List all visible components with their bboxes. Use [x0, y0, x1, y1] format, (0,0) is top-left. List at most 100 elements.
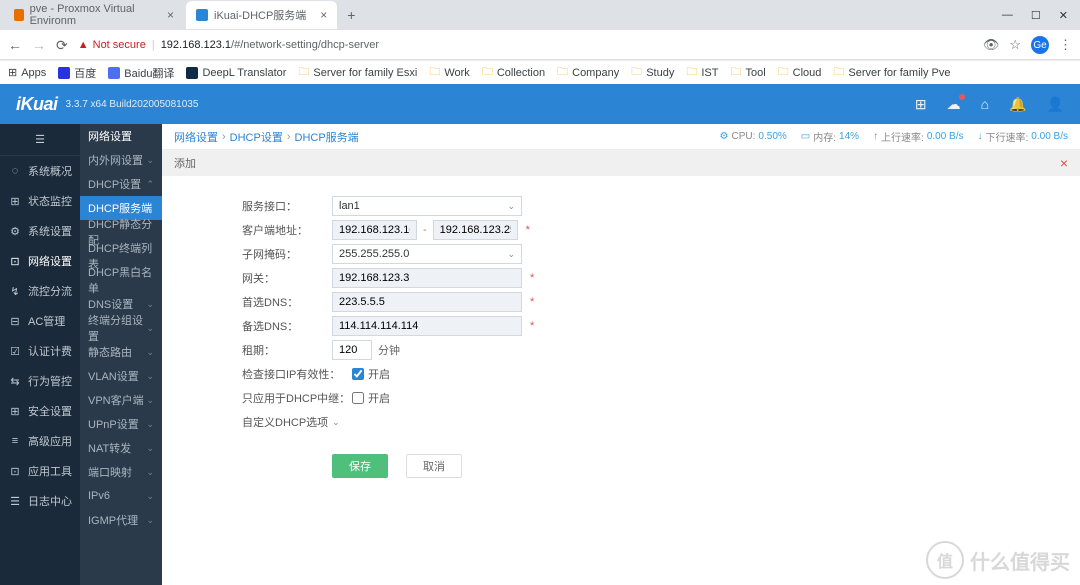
close-icon[interactable]: × — [320, 8, 327, 22]
bm-label: 百度 — [74, 65, 96, 81]
url-field[interactable]: ▲ Not secure | 192.168.123.1/#/network-s… — [78, 39, 973, 51]
nav2-item[interactable]: IPv6⌄ — [80, 484, 162, 508]
nav-icon: ⇆ — [8, 375, 22, 388]
bookmark-folder[interactable]: 🗀Collection — [482, 63, 545, 82]
apps-bookmark[interactable]: ⊞Apps — [8, 66, 46, 79]
nav2-item[interactable]: DHCP黑白名单 — [80, 268, 162, 292]
nav2-item[interactable]: NAT转发⌄ — [80, 436, 162, 460]
nav-icon: ◌ — [8, 165, 22, 177]
back-button[interactable]: ← — [8, 37, 22, 53]
breadcrumb-item[interactable]: DHCP服务端 — [295, 129, 359, 145]
grid-icon[interactable]: ⊞ — [915, 96, 927, 113]
cloud-icon[interactable]: ☁ — [947, 96, 961, 113]
nav2-item[interactable]: VLAN设置⌄ — [80, 364, 162, 388]
browser-chrome: pve - Proxmox Virtual Environm × iKuai-D… — [0, 0, 1080, 60]
tab-title: iKuai-DHCP服务端 — [214, 7, 306, 23]
nav2-label: DHCP设置 — [88, 176, 141, 192]
chevron-down-icon: ⌄ — [146, 467, 154, 478]
nav1-item[interactable]: ⊡应用工具 — [0, 456, 80, 486]
bm-label: Tool — [745, 67, 765, 79]
nav-label: 系统设置 — [28, 223, 72, 239]
close-icon[interactable]: × — [167, 8, 174, 22]
check-ip-checkbox[interactable] — [352, 368, 364, 380]
nav2-item[interactable]: 端口映射⌄ — [80, 460, 162, 484]
nav2-item[interactable]: IGMP代理⌄ — [80, 508, 162, 532]
star-icon[interactable]: ☆ — [1009, 37, 1021, 53]
bell-icon[interactable]: 🔔 — [1009, 96, 1026, 113]
lease-input[interactable] — [332, 340, 372, 360]
interface-select[interactable]: lan1⌄ — [332, 196, 522, 216]
mask-select[interactable]: 255.255.255.0⌄ — [332, 244, 522, 264]
gateway-input[interactable] — [332, 268, 522, 288]
home-icon[interactable]: ⌂ — [981, 96, 989, 113]
reload-button[interactable]: ⟳ — [56, 37, 68, 54]
bm-label: Work — [444, 67, 469, 79]
bookmark-folder[interactable]: 🗀Work — [429, 63, 469, 82]
client-end-input[interactable] — [433, 220, 518, 240]
select-value: 255.255.255.0 — [339, 248, 409, 260]
nav2-item[interactable]: DHCP设置⌃ — [80, 172, 162, 196]
nav1-item[interactable]: ☑认证计费 — [0, 336, 80, 366]
eye-icon[interactable]: 👁 — [983, 37, 1000, 53]
nav1-item[interactable]: ☰日志中心 — [0, 486, 80, 516]
bookmark-item[interactable]: DeepL Translator — [186, 67, 286, 79]
ikuai-favicon — [196, 9, 208, 21]
nav1-item[interactable]: ◌系统概况 — [0, 156, 80, 186]
bookmark-folder[interactable]: 🗀IST — [686, 63, 718, 82]
bookmark-folder[interactable]: 🗀Cloud — [778, 63, 822, 82]
relay-only-label: 只应用于DHCP中继： — [242, 390, 352, 406]
minimize-button[interactable]: — — [1002, 9, 1013, 22]
bookmark-folder[interactable]: 🗀Server for family Pve — [833, 63, 950, 82]
primary-nav: ☰ ◌系统概况⊞状态监控⚙系统设置⊡网络设置↯流控分流⊟AC管理☑认证计费⇆行为… — [0, 124, 80, 585]
bookmark-folder[interactable]: 🗀Server for family Esxi — [298, 63, 417, 82]
chevron-right-icon: › — [287, 131, 291, 143]
bookmark-folder[interactable]: 🗀Study — [631, 63, 674, 82]
forward-button[interactable]: → — [32, 37, 46, 53]
breadcrumb-item[interactable]: DHCP设置 — [230, 129, 283, 145]
maximize-button[interactable]: ☐ — [1031, 9, 1041, 22]
chevron-down-icon: ⌄ — [146, 347, 154, 358]
nav-collapse-button[interactable]: ☰ — [0, 124, 80, 156]
dns1-input[interactable] — [332, 292, 522, 312]
chevron-down-icon: ⌄ — [507, 201, 515, 212]
browser-tab-pve[interactable]: pve - Proxmox Virtual Environm × — [4, 1, 184, 29]
bookmark-folder[interactable]: 🗀Company — [557, 63, 619, 82]
nav2-item[interactable]: VPN客户端⌄ — [80, 388, 162, 412]
save-button[interactable]: 保存 — [332, 454, 388, 478]
nav1-item[interactable]: ≡高级应用 — [0, 426, 80, 456]
cancel-button[interactable]: 取消 — [406, 454, 462, 478]
bm-label: Baidu翻译 — [124, 65, 174, 81]
nav1-item[interactable]: ⇆行为管控 — [0, 366, 80, 396]
nav-icon: ⊞ — [8, 405, 22, 418]
nav1-item[interactable]: ⊟AC管理 — [0, 306, 80, 336]
relay-only-checkbox[interactable] — [352, 392, 364, 404]
breadcrumb-item[interactable]: 网络设置 — [174, 129, 218, 145]
nav1-item[interactable]: ⊞状态监控 — [0, 186, 80, 216]
browser-tab-ikuai[interactable]: iKuai-DHCP服务端 × — [186, 1, 337, 29]
custom-options-label: 自定义DHCP选项 — [242, 414, 328, 430]
new-tab-button[interactable]: + — [339, 7, 363, 23]
menu-icon[interactable]: ⋮ — [1059, 37, 1072, 53]
header-icons: ⊞ ☁ ⌂ 🔔 👤 — [915, 96, 1064, 113]
custom-options-toggle[interactable]: 自定义DHCP选项 ⌄ — [242, 410, 1080, 434]
profile-avatar[interactable]: Ge — [1031, 36, 1049, 54]
nav1-item[interactable]: ⚙系统设置 — [0, 216, 80, 246]
nav2-item[interactable]: UPnP设置⌄ — [80, 412, 162, 436]
dns2-input[interactable] — [332, 316, 522, 336]
nav1-item[interactable]: ⊞安全设置 — [0, 396, 80, 426]
nav2-item[interactable]: 静态路由⌄ — [80, 340, 162, 364]
close-icon[interactable]: × — [1060, 155, 1068, 171]
bookmark-folder[interactable]: 🗀Tool — [730, 63, 765, 82]
client-start-input[interactable] — [332, 220, 417, 240]
nav-icon: ⊡ — [8, 465, 22, 478]
nav1-item[interactable]: ↯流控分流 — [0, 276, 80, 306]
bookmark-item[interactable]: Baidu翻译 — [108, 65, 174, 81]
user-icon[interactable]: 👤 — [1047, 96, 1064, 113]
close-button[interactable]: ✕ — [1059, 9, 1068, 22]
nav2-label: IPv6 — [88, 490, 110, 502]
nav1-item[interactable]: ⊡网络设置 — [0, 246, 80, 276]
bookmark-item[interactable]: 百度 — [58, 65, 96, 81]
nav2-item[interactable]: 终端分组设置⌄ — [80, 316, 162, 340]
nav2-item[interactable]: 内外网设置⌄ — [80, 148, 162, 172]
nav-label: 状态监控 — [28, 193, 72, 209]
